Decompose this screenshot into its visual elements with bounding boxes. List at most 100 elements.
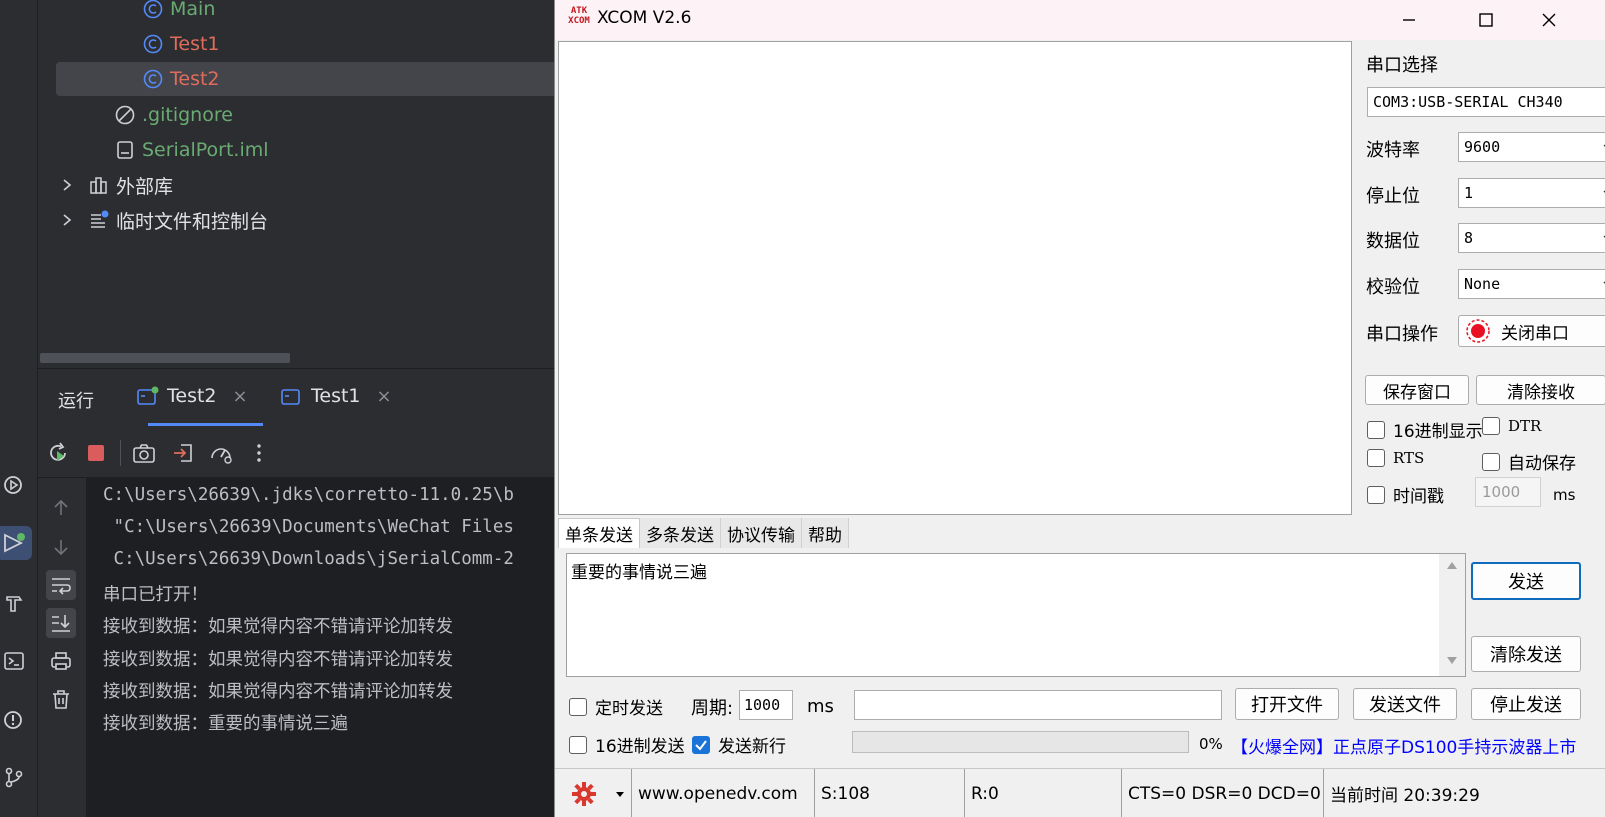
hex-display-checkbox[interactable]: 16进制显示: [1367, 417, 1483, 442]
tree-item-external-libraries[interactable]: 外部库: [88, 168, 173, 202]
tree-item-scratches[interactable]: 临时文件和控制台: [88, 203, 268, 237]
timestamp-ms-input[interactable]: 1000: [1475, 477, 1541, 507]
baud-select[interactable]: 9600: [1458, 132, 1605, 162]
clear-receive-button[interactable]: 清除接收: [1476, 375, 1605, 405]
current-time: 当前时间 20:39:29: [1323, 769, 1605, 817]
settings-menu-button[interactable]: [555, 769, 631, 817]
receive-area[interactable]: [558, 41, 1352, 515]
services-icon: [4, 476, 22, 494]
run-config-icon: [137, 386, 159, 405]
tab-help[interactable]: 帮助: [802, 518, 849, 548]
maximize-button[interactable]: [1458, 0, 1514, 40]
tab-single-send[interactable]: 单条发送: [558, 518, 640, 548]
chevron-right-icon[interactable]: [60, 178, 74, 192]
record-indicator-icon: [1466, 319, 1490, 343]
more-options-icon[interactable]: [248, 442, 270, 464]
send-text-area[interactable]: 重要的事情说三遍: [566, 553, 1466, 677]
port-select[interactable]: COM3:USB-SERIAL CH340: [1367, 87, 1605, 117]
clear-send-button[interactable]: 清除发送: [1471, 636, 1581, 672]
horizontal-scrollbar[interactable]: [40, 353, 290, 363]
period-input[interactable]: 1000: [739, 690, 793, 720]
auto-save-checkbox[interactable]: 自动保存: [1482, 449, 1576, 474]
check-icon: [695, 739, 707, 751]
rts-checkbox[interactable]: RTS: [1367, 449, 1424, 467]
open-file-button[interactable]: 打开文件: [1235, 688, 1339, 720]
terminal-tool-button[interactable]: [0, 644, 30, 678]
port-operation-label: 串口操作: [1366, 324, 1438, 345]
timestamp-checkbox[interactable]: 时间戳: [1367, 482, 1444, 507]
soft-wrap-button[interactable]: [46, 570, 76, 600]
close-icon[interactable]: ×: [233, 386, 248, 407]
profiler-icon[interactable]: [210, 442, 232, 464]
run-tool-button[interactable]: [0, 526, 32, 560]
tab-protocol[interactable]: 协议传输: [721, 518, 802, 548]
xcom-logo: ATK XCOM: [568, 6, 590, 26]
problems-tool-button[interactable]: [0, 703, 30, 737]
chevron-right-icon[interactable]: [60, 213, 74, 227]
tab-multi-send[interactable]: 多条发送: [640, 518, 721, 548]
checkbox-box: [692, 735, 710, 754]
scroll-up-button[interactable]: [46, 493, 76, 523]
build-tool-button[interactable]: [0, 586, 30, 620]
clear-all-button[interactable]: [46, 684, 76, 714]
console-line: 接收到数据：重要的事情说三遍: [103, 714, 348, 734]
scroll-down-button[interactable]: [46, 532, 76, 562]
parity-label: 校验位: [1366, 277, 1420, 298]
website-link[interactable]: www.openedv.com: [631, 769, 814, 817]
data-bits-select[interactable]: 8: [1458, 223, 1605, 253]
sent-count: S:108: [814, 769, 964, 817]
tree-item-main[interactable]: Main: [142, 0, 215, 26]
checkbox-box: [1482, 452, 1500, 471]
parity-select[interactable]: None: [1458, 269, 1605, 299]
data-bits-label: 数据位: [1366, 231, 1420, 252]
close-port-button[interactable]: 关闭串口: [1458, 315, 1605, 347]
send-area-scrollbar[interactable]: [1439, 554, 1465, 676]
send-button[interactable]: 发送: [1471, 562, 1581, 600]
period-label: 周期:: [691, 698, 734, 719]
toolbar-divider: [120, 440, 121, 466]
active-tab-indicator: [148, 423, 263, 426]
xcom-window: ATK XCOM XCOM V2.6 串口选择 COM3:USB-SERIAL C…: [554, 0, 1605, 817]
title-bar[interactable]: ATK XCOM XCOM V2.6: [555, 0, 1605, 40]
rerun-icon[interactable]: [47, 442, 69, 464]
services-tool-button[interactable]: [0, 468, 30, 502]
stop-bits-select[interactable]: 1: [1458, 178, 1605, 208]
stop-icon[interactable]: [85, 442, 107, 464]
minimize-button[interactable]: [1381, 0, 1437, 40]
serial-settings-panel: 串口选择 COM3:USB-SERIAL CH340 波特率 9600 停止位 …: [1363, 40, 1605, 550]
ad-banner-link[interactable]: 【火爆全网】正点原子DS100手持示波器上市: [1231, 733, 1576, 758]
scroll-up-arrow-icon[interactable]: [1446, 560, 1458, 570]
tree-item-test1[interactable]: Test1: [142, 27, 220, 61]
tree-item-label: .gitignore: [142, 104, 233, 126]
tree-item-gitignore[interactable]: .gitignore: [114, 98, 233, 132]
exit-icon[interactable]: [172, 442, 194, 464]
file-path-input[interactable]: [854, 690, 1222, 720]
close-button[interactable]: [1521, 0, 1577, 40]
gear-icon: [572, 781, 596, 806]
hex-send-checkbox[interactable]: 16进制发送: [569, 732, 685, 757]
tree-item-serialport-iml[interactable]: SerialPort.iml: [114, 133, 269, 167]
progress-percent: 0%: [1199, 735, 1223, 753]
tree-item-test2[interactable]: Test2: [56, 62, 570, 96]
send-file-button[interactable]: 发送文件: [1353, 688, 1457, 720]
scroll-down-arrow-icon[interactable]: [1446, 656, 1458, 666]
git-tool-button[interactable]: [0, 760, 30, 794]
period-unit: ms: [807, 696, 834, 717]
run-tab-test2[interactable]: Test2 ×: [137, 385, 248, 407]
scroll-to-end-button[interactable]: [46, 608, 76, 638]
close-icon[interactable]: ×: [377, 386, 392, 407]
console-output[interactable]: C:\Users\26639\.jdks\corretto-11.0.25\b …: [86, 478, 570, 817]
print-button[interactable]: [46, 646, 76, 676]
camera-icon[interactable]: [133, 442, 155, 464]
run-tab-label: Test1: [311, 385, 361, 407]
wrap-icon: [52, 578, 71, 595]
stop-send-button[interactable]: 停止发送: [1471, 688, 1581, 720]
run-tab-test1[interactable]: Test1 ×: [281, 385, 392, 407]
save-window-button[interactable]: 保存窗口: [1365, 375, 1469, 405]
timed-send-checkbox[interactable]: 定时发送: [569, 694, 663, 719]
terminal-icon: [4, 652, 24, 670]
console-line: C:\Users\26639\Downloads\jSerialComm-2: [103, 549, 514, 569]
dtr-checkbox[interactable]: DTR: [1482, 417, 1541, 435]
maximize-icon: [1479, 13, 1493, 27]
send-newline-checkbox[interactable]: 发送新行: [692, 732, 786, 757]
